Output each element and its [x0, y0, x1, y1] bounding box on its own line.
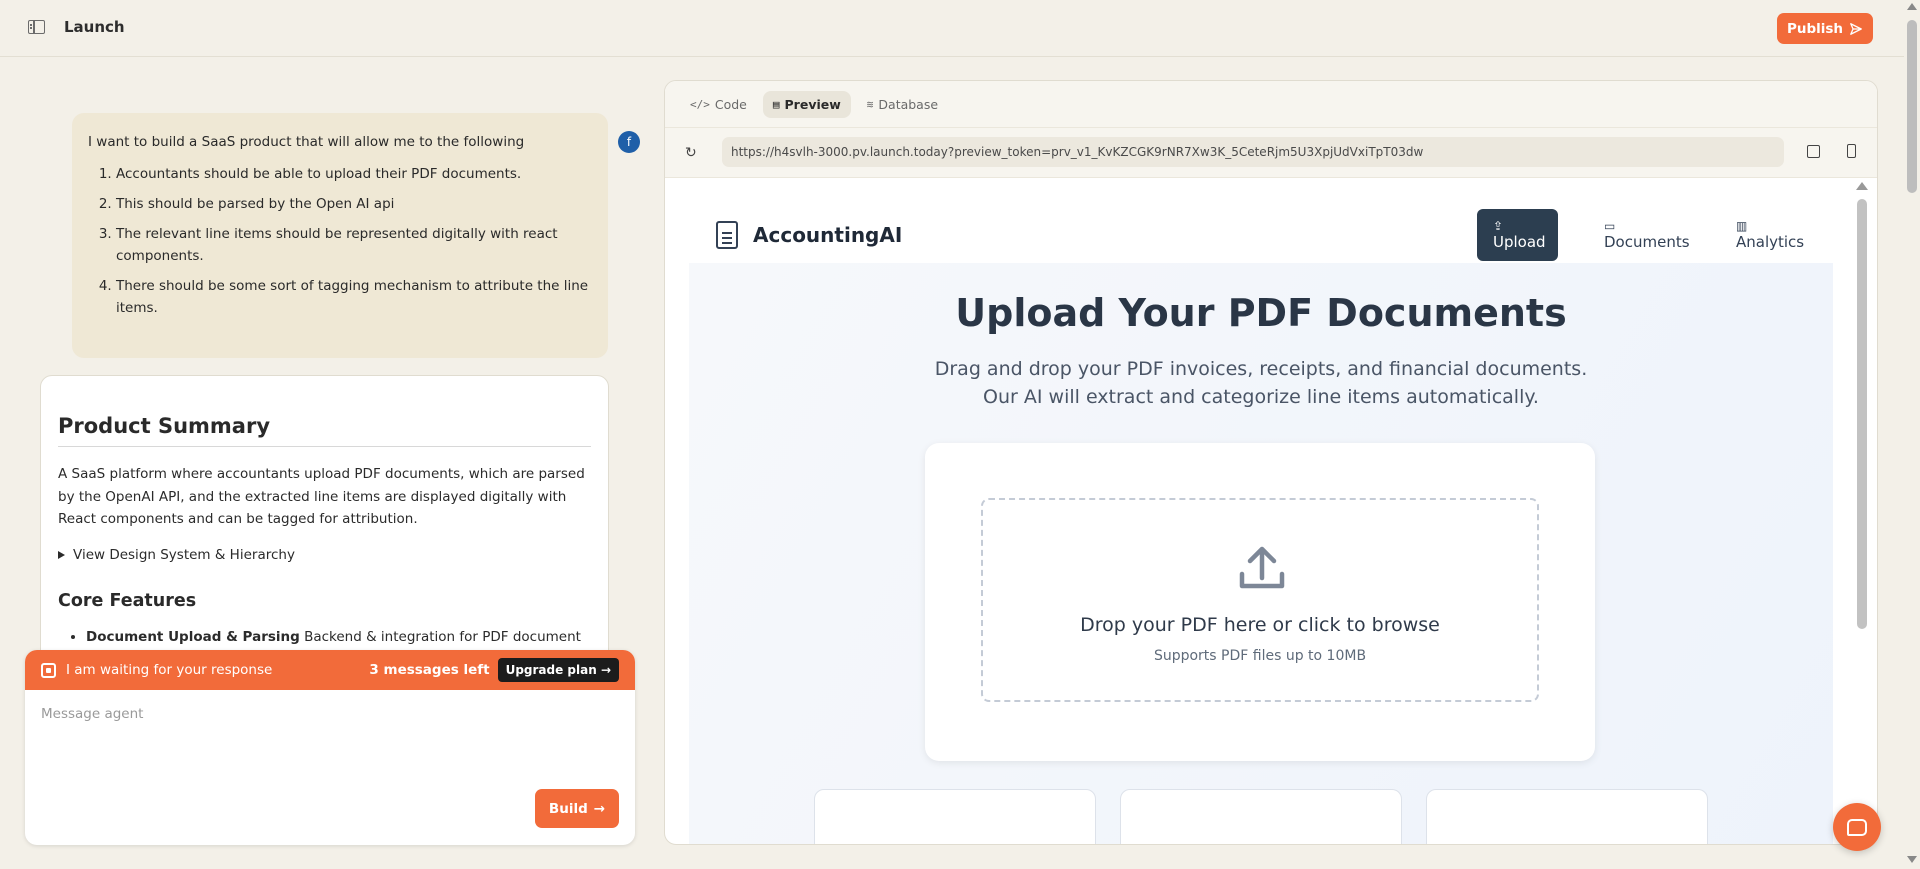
drop-card: Drop your PDF here or click to browse Su… [925, 443, 1595, 761]
scroll-thumb[interactable] [1857, 199, 1867, 629]
feature-desc: Backend & integration for PDF document [299, 628, 581, 645]
stop-icon [41, 662, 56, 678]
user-message-list: Accountants should be able to upload the… [88, 163, 592, 319]
tab-database[interactable]: ≋ Database [857, 91, 948, 118]
sidebar-toggle-icon[interactable] [28, 20, 45, 34]
feature-card [814, 789, 1096, 844]
drop-subtitle: Supports PDF files up to 10MB [1153, 648, 1367, 664]
hero-subtitle-line: Drag and drop your PDF invoices, receipt… [934, 358, 1588, 380]
tab-preview[interactable]: ▤ Preview [762, 90, 851, 118]
upload-icon: ⇪ [1493, 219, 1504, 233]
nav-label: Analytics [1736, 233, 1805, 251]
feature-card [1120, 789, 1402, 844]
list-item: The relevant line items should be repres… [116, 223, 592, 267]
app-brand: AccountingAI [753, 223, 903, 247]
hero-subtitle: Drag and drop your PDF invoices, receipt… [689, 355, 1833, 411]
design-system-toggle[interactable]: View Design System & Hierarchy [58, 547, 591, 563]
preview-panel: </> Code ▤ Preview ≋ Database ↻ https://… [664, 80, 1878, 845]
nav-label: Documents [1604, 233, 1690, 251]
arrow-right-icon: → [593, 800, 606, 817]
tab-label: Database [878, 96, 939, 112]
refresh-icon[interactable]: ↻ [685, 145, 697, 161]
scroll-up-icon[interactable] [1907, 3, 1917, 10]
upgrade-plan-button[interactable]: Upgrade plan → [497, 658, 619, 682]
scroll-up-icon[interactable] [1856, 182, 1868, 190]
publish-button[interactable]: Publish [1777, 13, 1873, 44]
user-message-intro: I want to build a SaaS product that will… [88, 134, 525, 150]
send-icon [1850, 22, 1862, 35]
mobile-view-icon[interactable] [1847, 144, 1856, 158]
build-button[interactable]: Build → [535, 789, 619, 828]
nav-analytics[interactable]: ▥ Analytics [1720, 209, 1820, 261]
list-item: Document Upload & Parsing Backend & inte… [86, 629, 591, 645]
feature-card [1426, 789, 1708, 844]
preview-frame: AccountingAI ⇪ Upload ▭ Documents ▥ Anal… [689, 179, 1833, 844]
preview-tabs: </> Code ▤ Preview ≋ Database [665, 81, 1877, 128]
avatar: f [618, 131, 640, 153]
design-system-label: View Design System & Hierarchy [73, 546, 295, 563]
code-icon: </> [690, 97, 710, 111]
support-chat-button[interactable] [1833, 803, 1881, 851]
database-icon: ≋ [866, 97, 874, 111]
app-nav: AccountingAI ⇪ Upload ▭ Documents ▥ Anal… [689, 179, 1833, 263]
triangle-right-icon [58, 550, 65, 559]
summary-title: Product Summary [58, 414, 591, 447]
preview-scrollbar[interactable] [1855, 179, 1868, 844]
message-composer: I am waiting for your response 3 message… [25, 650, 635, 845]
hero-title: Upload Your PDF Documents [955, 291, 1567, 335]
tab-code[interactable]: </> Code [680, 91, 757, 118]
publish-label: Publish [1786, 20, 1844, 37]
scroll-down-icon[interactable] [1907, 856, 1917, 863]
app-title: Launch [64, 18, 125, 36]
url-field[interactable]: https://h4svlh-3000.pv.launch.today?prev… [722, 137, 1784, 167]
messages-left: 3 messages left [369, 662, 490, 678]
document-icon [716, 221, 738, 249]
feature-name: Document Upload & Parsing [86, 628, 300, 645]
pdf-drop-zone[interactable]: Drop your PDF here or click to browse Su… [981, 498, 1539, 702]
list-item: This should be parsed by the Open AI api [116, 193, 592, 215]
external-link-icon[interactable] [1807, 145, 1820, 158]
bar-chart-icon: ▥ [1736, 219, 1748, 233]
hero-subtitle-line: Our AI will extract and categorize line … [983, 386, 1539, 408]
core-features-list: Document Upload & Parsing Backend & inte… [58, 629, 591, 645]
nav-label: Upload [1493, 233, 1546, 251]
top-bar: Launch Publish [0, 0, 1904, 57]
layout-icon: ▤ [772, 97, 780, 111]
status-text: I am waiting for your response [66, 662, 273, 678]
product-summary-card: Product Summary A SaaS platform where ac… [40, 375, 609, 675]
chat-icon [1847, 818, 1867, 836]
user-message: I want to build a SaaS product that will… [72, 113, 608, 358]
message-input[interactable] [41, 706, 601, 722]
scroll-thumb[interactable] [1907, 20, 1917, 193]
list-item: There should be some sort of tagging mec… [116, 275, 592, 319]
nav-documents[interactable]: ▭ Documents [1588, 209, 1706, 261]
summary-text: A SaaS platform where accountants upload… [58, 466, 585, 527]
build-label: Build [548, 800, 588, 817]
core-features-title: Core Features [58, 590, 197, 611]
url-bar: ↻ https://h4svlh-3000.pv.launch.today?pr… [665, 128, 1877, 178]
drop-title: Drop your PDF here or click to browse [1080, 614, 1440, 636]
tab-label: Code [714, 96, 747, 112]
upload-hero: Upload Your PDF Documents Drag and drop … [689, 263, 1833, 844]
folder-icon: ▭ [1604, 219, 1616, 233]
nav-upload[interactable]: ⇪ Upload [1477, 209, 1558, 261]
status-bar: I am waiting for your response 3 message… [25, 650, 635, 690]
upload-icon [1239, 546, 1285, 589]
list-item: Accountants should be able to upload the… [116, 163, 592, 185]
tab-label: Preview [784, 96, 841, 112]
page-scrollbar[interactable] [1904, 0, 1920, 869]
